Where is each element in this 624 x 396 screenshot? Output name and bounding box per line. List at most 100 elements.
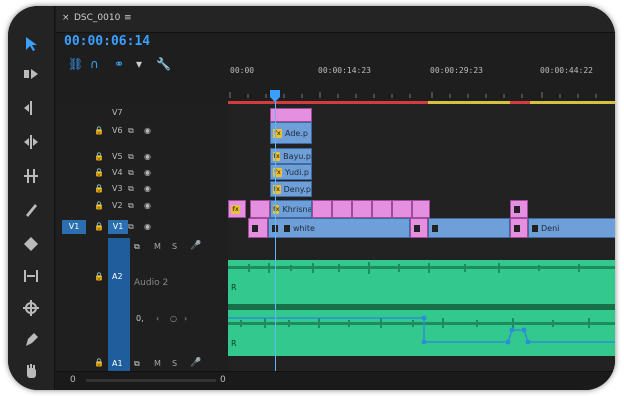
playhead-handle-icon[interactable]	[270, 90, 280, 102]
clip-v5[interactable]: fx Bayu.p	[270, 148, 312, 164]
ripple-edit-tool-icon[interactable]	[21, 98, 41, 118]
track-header-a1: 🔒 A1 ⧉ M S 🎤	[56, 356, 228, 372]
prev-keyframe-icon[interactable]: ‹	[156, 314, 159, 323]
selection-tool-icon[interactable]	[21, 34, 41, 54]
clip-v3[interactable]: fx Deny.p	[270, 181, 312, 197]
microphone-icon[interactable]: 🎤	[190, 241, 201, 251]
fx-badge-icon: fx	[231, 204, 240, 214]
linked-selection-icon[interactable]: ⚭	[114, 57, 124, 71]
eye-icon[interactable]: ◉	[144, 126, 151, 135]
lock-icon[interactable]: 🔒	[94, 358, 104, 367]
eye-icon[interactable]: ◉	[144, 168, 151, 177]
rolling-edit-tool-icon[interactable]	[21, 132, 41, 152]
lock-icon[interactable]: 🔒	[94, 152, 104, 161]
hand-tool-icon[interactable]	[21, 362, 41, 382]
wrench-settings-icon[interactable]: 🔧	[156, 57, 171, 71]
lock-icon[interactable]: 🔒	[94, 201, 104, 210]
mute-button[interactable]: M	[154, 359, 161, 368]
zoom-scrollbar[interactable]: 0 0	[56, 371, 615, 390]
clip-v2[interactable]	[332, 200, 352, 218]
clip-v2[interactable]	[510, 200, 528, 218]
svg-text:R: R	[231, 283, 237, 292]
clip-v1[interactable]	[510, 218, 528, 238]
close-tab-icon[interactable]: ×	[62, 13, 70, 23]
lock-icon[interactable]: 🔒	[94, 272, 104, 281]
track-label: Audio 2	[134, 278, 169, 288]
track-name: V5	[112, 152, 123, 161]
crosshair-tool-icon[interactable]	[21, 298, 41, 318]
eye-icon[interactable]: ◉	[144, 184, 151, 193]
clip-v2[interactable]	[412, 200, 430, 218]
clip-v2[interactable]	[312, 200, 332, 218]
clip-v4[interactable]: fx Yudi.p	[270, 164, 312, 180]
microphone-icon[interactable]: 🎤	[190, 358, 201, 368]
sync-lock-icon[interactable]: ⧉	[128, 126, 134, 136]
playhead-timecode[interactable]: 00:00:06:14	[64, 34, 150, 49]
track-target-a1[interactable]: A1	[108, 356, 130, 372]
nest-toggle-icon[interactable]: ⛓	[68, 57, 83, 71]
clip-v1[interactable]: white	[268, 218, 410, 238]
clip-v6[interactable]: fx Ade.p	[270, 122, 312, 144]
eye-icon[interactable]: ◉	[144, 218, 151, 236]
clip-v2[interactable]	[372, 200, 392, 218]
lock-icon[interactable]: 🔒	[94, 126, 104, 135]
razor-tool-icon[interactable]	[21, 200, 41, 220]
voice-over-icon[interactable]: ⧉	[134, 359, 140, 369]
add-marker-icon[interactable]: ▾	[136, 57, 142, 71]
eye-icon[interactable]: ◉	[144, 152, 151, 161]
clip-v2[interactable]	[250, 200, 270, 218]
pen-tool-icon[interactable]	[21, 330, 41, 350]
lock-icon[interactable]: 🔒	[94, 184, 104, 193]
track-header-a2: 🔒 A2 ⧉ M S 🎤 Audio 2 0, ‹ ○ ›	[56, 238, 228, 356]
audio-clip-a2[interactable]: R R	[228, 260, 615, 356]
track-header-v1: V1 🔒 V1 ⧉ ◉	[56, 218, 228, 236]
source-patch-v1[interactable]: V1	[62, 220, 86, 234]
clip-v1[interactable]	[248, 218, 268, 238]
track-target-a2[interactable]: A2	[108, 238, 130, 356]
snap-icon[interactable]: ∩	[90, 57, 99, 71]
track-name: V7	[112, 108, 123, 117]
track-headers: V7 🔒 V6 ⧉ ◉ 🔒 V5 ⧉ ◉ 🔒 V4 ⧉ ◉ 🔒 V3 ⧉ ◉ 🔒…	[56, 104, 228, 372]
mute-button[interactable]: M	[154, 242, 161, 251]
zoom-right-value: 0	[220, 375, 226, 385]
clip-v1[interactable]: Deni	[528, 218, 615, 238]
eye-icon[interactable]: ◉	[144, 201, 151, 210]
clip-v2[interactable]: fx	[228, 200, 246, 218]
solo-button[interactable]: S	[172, 359, 177, 368]
sync-lock-icon[interactable]: ⧉	[128, 184, 134, 194]
clip-v1[interactable]	[410, 218, 428, 238]
sequence-tab[interactable]: DSC_0010	[74, 13, 120, 23]
track-target-v1[interactable]: V1	[108, 220, 128, 234]
clip-v7[interactable]	[270, 108, 312, 122]
track-name: V4	[112, 168, 123, 177]
tools-panel	[8, 6, 55, 390]
time-ruler[interactable]: 00:00 00:00:14:23 00:00:29:23 00:00:44:2…	[228, 46, 615, 104]
next-keyframe-icon[interactable]: ›	[184, 314, 187, 323]
clip-v2[interactable]	[392, 200, 412, 218]
clip-thumbnail-icon	[284, 224, 290, 232]
premiere-timeline-window: × DSC_0010 ≡ 00:00:06:14 ⛓ ∩ ⚭ ▾ 🔧 00:00…	[8, 6, 615, 390]
panel-menu-icon[interactable]: ≡	[124, 13, 132, 23]
zoom-track[interactable]	[86, 379, 216, 382]
track-area[interactable]: fx Ade.p fx Bayu.p fx Yudi.p fx Deny.p fx fx…	[228, 104, 615, 372]
voice-over-icon[interactable]: ⧉	[134, 242, 140, 252]
sync-lock-icon[interactable]: ⧉	[128, 152, 134, 162]
rate-stretch-tool-icon[interactable]	[21, 166, 41, 186]
lock-icon[interactable]: 🔒	[94, 218, 104, 236]
clip-v1[interactable]	[428, 218, 510, 238]
slip-tool-icon[interactable]	[21, 234, 41, 254]
clip-v2[interactable]	[352, 200, 372, 218]
track-select-tool-icon[interactable]	[21, 64, 41, 84]
slide-tool-icon[interactable]	[21, 266, 41, 286]
lock-icon[interactable]: 🔒	[94, 168, 104, 177]
sync-lock-icon[interactable]: ⧉	[128, 201, 134, 211]
clip-thumbnail-icon	[252, 224, 258, 232]
solo-button[interactable]: S	[172, 242, 177, 251]
add-keyframe-icon[interactable]: ○	[170, 314, 177, 323]
volume-value[interactable]: 0,	[136, 314, 144, 323]
playhead-line[interactable]	[275, 94, 276, 372]
sync-lock-icon[interactable]: ⧉	[128, 168, 134, 178]
clip-v2[interactable]: fx Khrisna	[270, 200, 312, 218]
svg-text:R: R	[231, 339, 237, 348]
sync-lock-icon[interactable]: ⧉	[128, 218, 134, 236]
